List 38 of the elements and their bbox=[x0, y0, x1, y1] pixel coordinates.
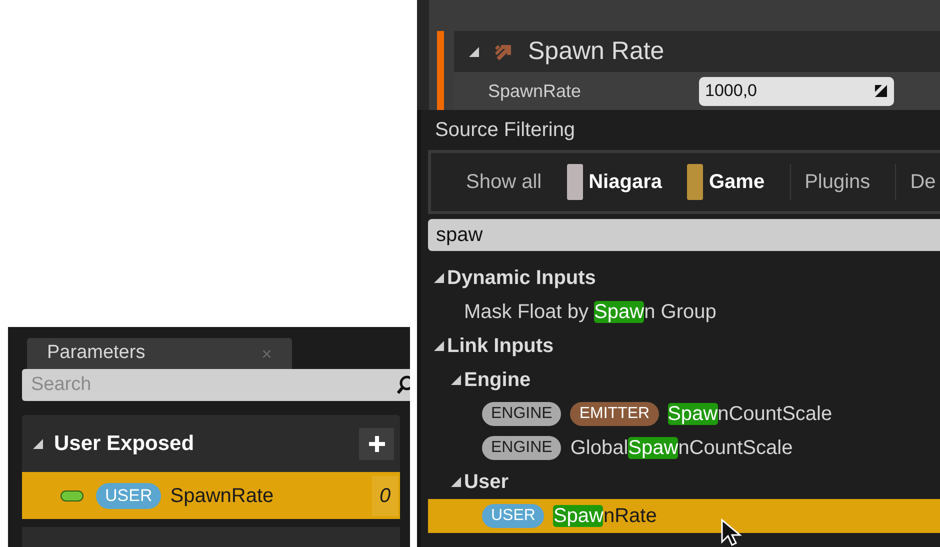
plus-icon bbox=[368, 434, 386, 452]
filter-button[interactable]: De bbox=[895, 164, 936, 200]
category-label: Dynamic Inputs bbox=[447, 266, 596, 291]
module-title: Spawn Rate bbox=[528, 36, 664, 67]
item-label: GlobalSpawnCountScale bbox=[570, 436, 793, 461]
tag-badge: ENGINE bbox=[482, 436, 562, 460]
tag-badge: USER bbox=[96, 482, 162, 508]
tab-label: Parameters bbox=[47, 341, 146, 366]
category-label: User bbox=[464, 470, 508, 495]
tag-badge: ENGINE bbox=[482, 402, 562, 426]
filter-button[interactable]: Show all bbox=[466, 164, 542, 200]
filter-button[interactable]: Niagara bbox=[566, 164, 662, 200]
tag-badge: EMITTER bbox=[570, 402, 659, 426]
parameters-tab[interactable]: Parameters × bbox=[27, 338, 292, 369]
tree-item[interactable]: ENGINE EMITTER SpawnCountScale bbox=[428, 397, 940, 431]
category-label: Engine bbox=[464, 368, 531, 393]
item-label: SpawnCountScale bbox=[668, 402, 832, 427]
filter-button[interactable]: Plugins bbox=[790, 164, 870, 200]
number-field[interactable]: 1000,0 bbox=[699, 76, 894, 106]
tree-item[interactable]: Mask Float by Spawn Group bbox=[428, 295, 940, 329]
pill-icon bbox=[60, 490, 84, 502]
section-title: User Exposed bbox=[54, 430, 196, 457]
tag-badge: USER bbox=[482, 504, 544, 528]
filter-button[interactable]: Game bbox=[686, 164, 765, 200]
parameter-name: SpawnRate bbox=[170, 484, 275, 508]
category-label: Link Inputs bbox=[447, 334, 554, 359]
item-label: Mask Float by Spawn Group bbox=[464, 300, 716, 325]
popup-title: Source Filtering bbox=[434, 118, 576, 143]
tree-item[interactable]: ENGINE GlobalSpawnCountScale bbox=[428, 431, 940, 465]
search-field[interactable]: spaw bbox=[428, 219, 940, 251]
search-icon bbox=[396, 374, 410, 396]
parameter-row[interactable]: USER SpawnRate 0 bbox=[22, 472, 400, 519]
field-value: 1000,0 bbox=[705, 80, 757, 102]
input-label: SpawnRate bbox=[487, 80, 582, 103]
add-button[interactable] bbox=[359, 428, 394, 460]
search-field[interactable]: Search bbox=[22, 369, 410, 401]
resize-icon bbox=[874, 84, 888, 98]
value-field[interactable]: 0 bbox=[372, 476, 398, 516]
